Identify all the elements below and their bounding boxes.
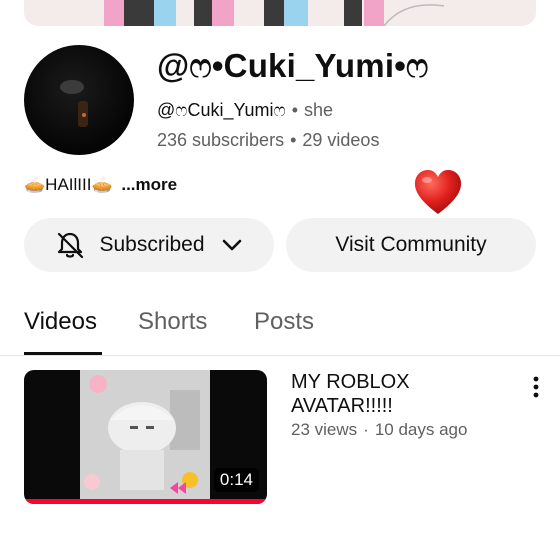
more-link[interactable]: ...more: [121, 175, 177, 194]
channel-name: @ෆ•Cuki_Yumi•ෆ: [157, 47, 429, 84]
tab-videos[interactable]: Videos: [24, 308, 97, 336]
heart-icon: [414, 170, 462, 214]
separator-dot: •: [291, 100, 298, 120]
subscriber-count: 236 subscribers: [157, 130, 285, 150]
video-meta: 23 views · 10 days ago: [291, 420, 467, 440]
channel-avatar[interactable]: [24, 45, 134, 155]
tab-posts[interactable]: Posts: [254, 308, 314, 336]
tab-shorts[interactable]: Shorts: [138, 308, 207, 336]
video-title[interactable]: MY ROBLOX AVATAR!!!!!: [291, 370, 511, 418]
video-views: 23 views: [291, 420, 358, 439]
video-age: 10 days ago: [374, 420, 468, 439]
chevron-down-icon: [222, 239, 241, 251]
video-count: 29 videos: [302, 130, 380, 150]
subscribed-button[interactable]: Subscribed: [24, 218, 274, 272]
channel-pronouns: she: [304, 100, 334, 120]
video-list-item[interactable]: 0:14 MY ROBLOX AVATAR!!!!! 23 views · 10 d…: [0, 370, 560, 510]
more-vert-icon[interactable]: [526, 374, 546, 400]
channel-tabs: Videos Shorts Posts: [0, 300, 560, 356]
visit-community-button[interactable]: Visit Community: [286, 218, 536, 272]
separator-dot: •: [290, 130, 297, 150]
bell-off-icon: [58, 232, 84, 259]
channel-handle-row: @ෆCuki_Yumiෆ • she: [157, 100, 333, 121]
watch-progress-bar: [24, 499, 267, 504]
separator-dot: ·: [363, 420, 369, 439]
channel-description[interactable]: 🥧HAIlIII🥧 ...more: [24, 175, 177, 195]
channel-stats-row: 236 subscribers • 29 videos: [157, 130, 379, 151]
description-text: 🥧HAIlIII🥧: [24, 175, 113, 194]
active-tab-indicator: [24, 352, 102, 355]
video-thumbnail[interactable]: 0:14: [24, 370, 267, 504]
video-duration: 0:14: [213, 468, 259, 492]
channel-handle: @ෆCuki_Yumiෆ: [157, 100, 286, 120]
thumbnail-frame: [80, 370, 210, 504]
subscribed-label: Subscribed: [99, 233, 205, 256]
channel-banner: [24, 0, 536, 26]
visit-community-label: Visit Community: [335, 233, 487, 256]
